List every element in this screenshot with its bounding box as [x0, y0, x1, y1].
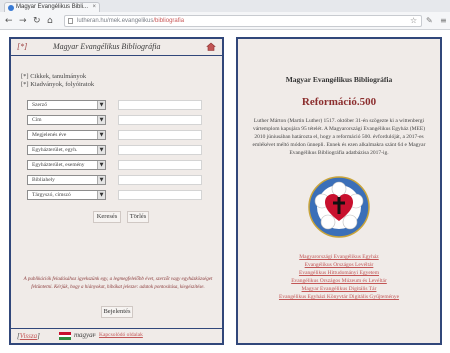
filter-publications-link[interactable]: [*] Kiadványok, folyóiratok — [21, 81, 94, 88]
url-path: /bibliografia — [153, 18, 185, 24]
event-select-label: Egyházterület, esemény — [32, 162, 85, 168]
info-panel-description: Luther Márton (Martin Luther) 1517. októ… — [252, 118, 426, 156]
filter-articles-link[interactable]: [*] Cikkek, tanulmányok — [21, 73, 86, 80]
church-input[interactable] — [118, 145, 202, 155]
hint-text: A publikációk feladásához igyekszünk egy… — [23, 277, 213, 290]
address-bar[interactable]: lutheran.hu/mek.evangelikus/bibliografia — [64, 15, 422, 27]
bible-input[interactable] — [118, 175, 202, 185]
search-panel: [*] Magyar Evangélikus Bibliográfia [*] … — [9, 37, 224, 345]
search-panel-footer: [Vissza] magyar — [11, 328, 222, 343]
back-link-group: [Vissza] — [17, 332, 40, 340]
chevron-down-icon[interactable]: ▼ — [97, 146, 105, 154]
home-link[interactable]: [*] — [17, 42, 27, 51]
favicon-icon — [8, 5, 14, 11]
home-icon[interactable]: ⌂ — [47, 15, 53, 27]
close-tab-icon[interactable]: × — [92, 3, 96, 12]
year-select-label: Megjelenés éve — [32, 132, 67, 138]
clear-button[interactable]: Törlés — [127, 211, 149, 223]
language-label[interactable]: magyar — [74, 331, 95, 339]
chevron-down-icon[interactable]: ▼ — [97, 176, 105, 184]
url-host: lutheran.hu/mek.evangelikus — [77, 18, 154, 24]
browser-tabbar: Magyar Evangélikus Bibli... × — [0, 0, 450, 12]
star-icon[interactable]: ☆ — [410, 15, 417, 27]
author-select-label: Szerző — [32, 102, 47, 108]
bible-select[interactable]: Bibliahely ▼ — [27, 175, 106, 185]
year-select[interactable]: Megjelenés éve ▼ — [27, 130, 106, 140]
year-input[interactable] — [118, 130, 202, 140]
back-link[interactable]: Vissza — [20, 332, 37, 340]
browser-toolbar: ← → ↻ ⌂ lutheran.hu/mek.evangelikus/bibl… — [0, 12, 450, 30]
keyword-select[interactable]: Tárgyszó, címszó ▼ — [27, 190, 106, 200]
arrow-left-icon[interactable]: ← — [5, 15, 13, 27]
info-panel: Magyar Evangélikus Bibliográfia Reformác… — [236, 37, 442, 345]
church-select[interactable]: Egyházterület, egyh. ▼ — [27, 145, 106, 155]
church-select-label: Egyházterület, egyh. — [32, 147, 78, 153]
title-input[interactable] — [118, 115, 202, 125]
related-link-item[interactable]: Magyarországi Evangélikus Egyház — [248, 253, 430, 261]
arrow-right-icon[interactable]: → — [19, 15, 27, 27]
related-link-item[interactable]: Evangélikus Hittudományi Egyetem — [248, 269, 430, 277]
related-link-item[interactable]: Evangélikus Országos Levéltár — [248, 261, 430, 269]
info-panel-title: Magyar Evangélikus Bibliográfia — [285, 75, 393, 84]
title-select[interactable]: Cím ▼ — [27, 115, 106, 125]
keyword-input[interactable] — [118, 190, 202, 200]
puzzle-icon[interactable]: ✎ — [426, 15, 433, 27]
house-icon[interactable] — [206, 42, 216, 51]
menu-icon[interactable]: ≡ — [440, 15, 447, 27]
hungarian-flag-icon[interactable] — [59, 332, 71, 340]
chevron-down-icon[interactable]: ▼ — [97, 131, 105, 139]
search-panel-header: [*] Magyar Evangélikus Bibliográfia — [11, 39, 222, 56]
author-input[interactable] — [118, 100, 202, 110]
keyword-select-label: Tárgyszó, címszó — [32, 192, 71, 198]
luther-rose-icon — [308, 176, 370, 238]
related-link-item[interactable]: Evangélikus Országos Múzeum és Levéltár — [248, 277, 430, 285]
search-button[interactable]: Keresés — [93, 211, 121, 223]
browser-tab[interactable]: Magyar Evangélikus Bibli... × — [4, 2, 100, 12]
reload-icon[interactable]: ↻ — [33, 15, 41, 27]
event-select[interactable]: Egyházterület, esemény ▼ — [27, 160, 106, 170]
chevron-down-icon[interactable]: ▼ — [97, 191, 105, 199]
chevron-down-icon[interactable]: ▼ — [97, 101, 105, 109]
chevron-down-icon[interactable]: ▼ — [97, 116, 105, 124]
chevron-down-icon[interactable]: ▼ — [97, 161, 105, 169]
submit-button[interactable]: Bejelentés — [101, 306, 133, 318]
event-input[interactable] — [118, 160, 202, 170]
author-select[interactable]: Szerző ▼ — [27, 100, 106, 110]
related-links-list: Magyarországi Evangélikus Egyház Evangél… — [248, 253, 430, 301]
search-panel-title: Magyar Evangélikus Bibliográfia — [53, 42, 161, 51]
related-link-item[interactable]: Evangélikus Egyházi Könyvtár Digitális G… — [248, 293, 430, 301]
info-panel-heading: Reformáció.500 — [301, 96, 377, 108]
title-select-label: Cím — [32, 117, 42, 123]
tab-title: Magyar Evangélikus Bibli... — [16, 4, 89, 10]
related-link-item[interactable]: Magyar Evangélikus Digitális Tár — [248, 285, 430, 293]
page-icon — [68, 18, 73, 24]
bracket-close: ] — [37, 332, 40, 340]
bible-select-label: Bibliahely — [32, 177, 55, 183]
